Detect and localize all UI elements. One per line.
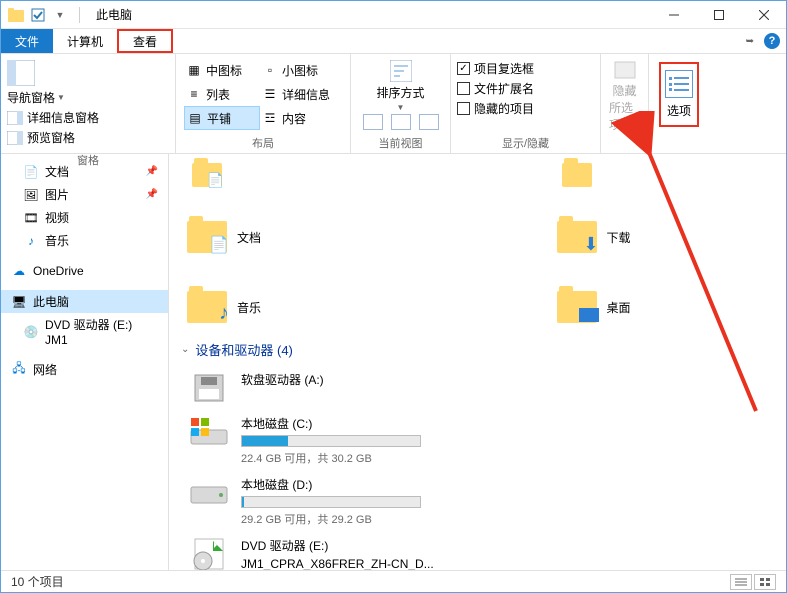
checkbox-icon[interactable]: [29, 6, 47, 24]
pin-icon: 📌: [146, 166, 158, 177]
sidebar-item-network[interactable]: 🖧网络: [1, 358, 168, 381]
drive-c[interactable]: 本地磁盘 (C:) 22.4 GB 可用，共 30.2 GB: [187, 415, 477, 466]
drive-d[interactable]: 本地磁盘 (D:) 29.2 GB 可用，共 29.2 GB: [187, 476, 477, 527]
sidebar-item-documents[interactable]: 📄文档📌: [1, 160, 168, 183]
large-icons-toggle[interactable]: [754, 574, 776, 590]
drive-floppy[interactable]: 软盘驱动器 (A:): [187, 371, 477, 405]
windows-drive-icon: [187, 415, 231, 449]
sidebar-item-dvd[interactable]: 💿DVD 驱动器 (E:) JM1: [1, 313, 168, 350]
layout-group-label: 布局: [176, 135, 350, 153]
tab-row: 文件 计算机 查看 ➥ ?: [1, 29, 786, 54]
sidebar-item-videos[interactable]: 🎞视频: [1, 206, 168, 229]
floppy-icon: [187, 371, 231, 405]
pin-icon: 📌: [146, 189, 158, 200]
options-icon: [665, 70, 693, 98]
item-checkboxes-toggle[interactable]: ✓项目复选框: [457, 60, 594, 77]
dvd-icon: [187, 537, 231, 570]
drive-dvd[interactable]: DVD 驱动器 (E:) JM1_CPRA_X86FRER_ZH-CN_D...…: [187, 537, 477, 570]
addcolumns-button[interactable]: [391, 114, 411, 130]
details-pane-button[interactable]: 详细信息窗格: [7, 109, 169, 126]
hidden-items-toggle[interactable]: 隐藏的项目: [457, 100, 594, 117]
close-button[interactable]: [741, 1, 786, 29]
maximize-button[interactable]: [696, 1, 741, 29]
showhide-group-label: 显示/隐藏: [451, 135, 600, 153]
layout-details[interactable]: ☰详细信息: [260, 82, 336, 106]
nav-pane-label: 导航窗格: [7, 89, 55, 106]
folder-documents[interactable]: 📄 文档: [187, 214, 417, 260]
nav-pane-button[interactable]: [7, 60, 169, 86]
minimize-button[interactable]: [651, 1, 696, 29]
sidebar-item-onedrive[interactable]: ☁OneDrive: [1, 260, 168, 282]
options-button[interactable]: 选项: [659, 62, 699, 127]
details-view-toggle[interactable]: [730, 574, 752, 590]
folder-music[interactable]: ♪ 音乐: [187, 284, 417, 330]
folder-item[interactable]: [557, 156, 787, 194]
layout-content[interactable]: ☲内容: [260, 106, 336, 130]
file-extensions-toggle[interactable]: 文件扩展名: [457, 80, 594, 97]
layout-small[interactable]: ▫小图标: [260, 58, 336, 82]
sidebar-item-music[interactable]: ♪音乐: [1, 229, 168, 252]
sidebar: 📄文档📌 🖼图片📌 🎞视频 ♪音乐 ☁OneDrive 🖥此电脑 💿DVD 驱动…: [1, 154, 169, 570]
folder-item[interactable]: 📄: [187, 156, 417, 194]
item-count: 10 个项目: [11, 573, 64, 590]
sidebar-item-pictures[interactable]: 🖼图片📌: [1, 183, 168, 206]
sort-label: 排序方式: [376, 84, 424, 101]
explorer-icon: [7, 6, 25, 24]
sort-button[interactable]: [390, 60, 412, 82]
titlebar: ▼ 此电脑: [1, 1, 786, 29]
main-area: 📄 📄 文档 ⬇ 下载 ♪ 音乐 桌面: [169, 154, 786, 570]
window-title: 此电脑: [96, 6, 132, 23]
statusbar: 10 个项目: [1, 570, 786, 592]
folder-downloads[interactable]: ⬇ 下载: [557, 214, 787, 260]
layout-tiles[interactable]: ▤平铺: [184, 106, 260, 130]
hdd-icon: [187, 476, 231, 510]
devices-header[interactable]: ⌄ 设备和驱动器 (4): [181, 340, 786, 359]
folder-desktop[interactable]: 桌面: [557, 284, 787, 330]
hide-selected-button: 隐藏 所选项目: [601, 54, 648, 137]
minimize-ribbon-icon[interactable]: ➥: [746, 36, 754, 47]
tab-view[interactable]: 查看: [117, 29, 173, 53]
currentview-group-label: 当前视图: [351, 135, 450, 153]
options-label: 选项: [667, 102, 691, 119]
layout-medium[interactable]: ▦中图标: [184, 58, 260, 82]
chevron-down-icon: ⌄: [181, 344, 189, 355]
tab-computer[interactable]: 计算机: [53, 29, 117, 53]
help-icon[interactable]: ?: [764, 33, 780, 49]
ribbon: 导航窗格 ▼ 详细信息窗格 预览窗格 窗格 ▦中图标 ▫小图标 ≡列表 ☰详细信…: [1, 54, 786, 154]
preview-pane-button[interactable]: 预览窗格: [7, 129, 169, 146]
groupby-button[interactable]: [363, 114, 383, 130]
sidebar-item-thispc[interactable]: 🖥此电脑: [1, 290, 168, 313]
sizefit-button[interactable]: [419, 114, 439, 130]
dropdown-icon[interactable]: ▼: [51, 6, 69, 24]
layout-list[interactable]: ≡列表: [184, 82, 260, 106]
tab-file[interactable]: 文件: [1, 29, 53, 53]
